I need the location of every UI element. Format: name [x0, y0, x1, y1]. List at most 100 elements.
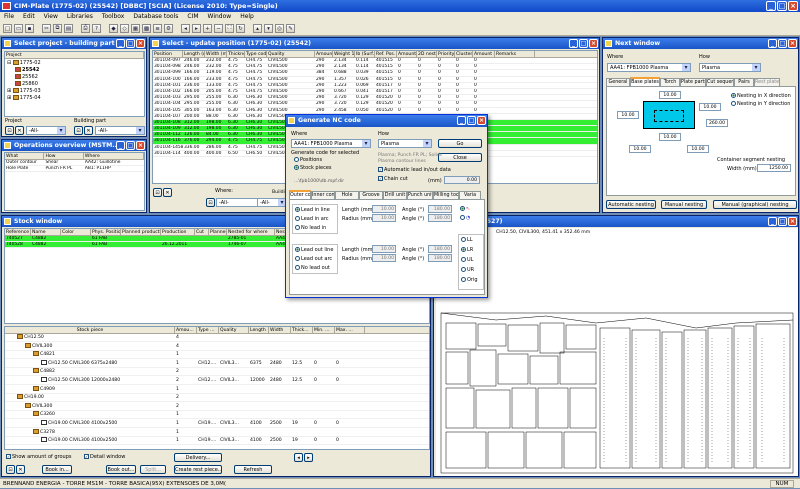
position-select-button[interactable]: ⊡: [153, 188, 162, 197]
radius-out-input[interactable]: 10.00: [372, 254, 396, 262]
dialog-close-button[interactable]: Close: [438, 153, 482, 162]
building-select-button[interactable]: ⊡: [74, 126, 83, 135]
nesting-canvas[interactable]: CH12.50, CIVIL300, 451.41 x 352.46 mm: [436, 228, 798, 476]
col-header[interactable]: Amount in: [473, 51, 495, 57]
project-icon[interactable]: ◆: [109, 24, 118, 33]
width-input[interactable]: 1250.00: [757, 164, 791, 172]
col-header[interactable]: Ib (Surf.): [355, 51, 375, 57]
tool-c-icon[interactable]: ◎: [275, 24, 284, 33]
col-header[interactable]: Max. ...: [335, 327, 365, 333]
lead-preview-radio[interactable]: ↖: [460, 206, 470, 212]
col-header[interactable]: Cut: [195, 229, 209, 235]
print-icon[interactable]: ⎙: [81, 24, 90, 33]
project-dropdown[interactable]: -All-: [26, 126, 66, 135]
menu-help[interactable]: Help: [240, 12, 254, 22]
paste-icon[interactable]: ▤: [64, 24, 73, 33]
next-min-button[interactable]: _: [768, 39, 777, 48]
tree-row[interactable]: CH12.50 4: [5, 334, 429, 342]
arrow-left-icon[interactable]: ◂: [181, 24, 190, 33]
tree-node-project[interactable]: ⊞ 1775-03: [7, 88, 41, 95]
next-how-dropdown[interactable]: Plasma: [699, 63, 761, 72]
tree-node-building[interactable]: 25860: [15, 81, 38, 88]
tree-row[interactable]: CH19.00 2: [5, 394, 429, 403]
col-header[interactable]: Quality: [267, 51, 315, 57]
tree-row[interactable]: C4882 2: [5, 368, 429, 377]
automatic-nesting-button[interactable]: Automatic nesting: [606, 200, 656, 209]
angle-out-input-2[interactable]: 180.00: [428, 254, 452, 262]
operations-icon[interactable]: ⚙: [164, 24, 173, 33]
col-header[interactable]: Position: [153, 51, 183, 57]
create-rest-piece-button[interactable]: Create rest piece...: [174, 465, 222, 474]
no-lead-in-radio[interactable]: No lead in: [295, 225, 326, 231]
col-header[interactable]: Type ...: [197, 327, 219, 333]
next-max-button[interactable]: □: [778, 39, 787, 48]
dialog-how-dropdown[interactable]: Plasma: [378, 139, 432, 148]
dialog-min-button[interactable]: _: [457, 116, 466, 125]
zoom-out-icon[interactable]: −: [214, 24, 223, 33]
corner-ur-radio[interactable]: UR: [461, 267, 474, 273]
stock-select-button[interactable]: ⊡: [6, 465, 15, 474]
menu-edit[interactable]: Edit: [23, 12, 35, 22]
col-header[interactable]: Nested for where: [227, 229, 275, 235]
project-filter-button[interactable]: ✕: [15, 126, 24, 135]
refresh-button[interactable]: Refresh: [234, 465, 272, 474]
col-what[interactable]: What: [5, 153, 45, 159]
menu-cim[interactable]: CIM: [187, 12, 198, 22]
table-row[interactable]: Hole Plate Punch FR PL AB1: P11HP: [5, 166, 144, 173]
project-max-button[interactable]: □: [126, 39, 135, 48]
operations-min-button[interactable]: _: [116, 141, 125, 150]
col-header[interactable]: Width: [269, 327, 291, 333]
manual-nesting-button[interactable]: Manual nesting: [661, 200, 707, 209]
menu-file[interactable]: File: [4, 12, 14, 22]
nesting-y-radio[interactable]: Nesting in Y direction: [731, 101, 790, 107]
piece-min-button[interactable]: _: [768, 217, 777, 226]
col-header[interactable]: Amou...: [175, 327, 197, 333]
piece-max-button[interactable]: □: [778, 217, 787, 226]
col-header[interactable]: Amount ST: [397, 51, 417, 57]
tree-row[interactable]: C4909 1: [5, 385, 429, 394]
tab-punch-unit[interactable]: Punch unit: [407, 191, 433, 199]
tool-d-icon[interactable]: ✎: [286, 24, 295, 33]
col-header[interactable]: Thick...: [291, 327, 313, 333]
project-min-button[interactable]: _: [116, 39, 125, 48]
tab-milling-tool[interactable]: Milling too: [433, 191, 459, 199]
go-button[interactable]: Go: [438, 139, 482, 148]
arrow-right-icon[interactable]: ▸: [192, 24, 201, 33]
tab-general[interactable]: General: [606, 78, 630, 86]
project-select-button[interactable]: ⊡: [5, 126, 14, 135]
angle-out-input-1[interactable]: 180.00: [428, 245, 452, 253]
corner-orig-radio[interactable]: Orig: [461, 277, 478, 283]
tree-row[interactable]: C4821 1: [5, 351, 429, 360]
delivery-button[interactable]: Delivery...: [174, 453, 222, 462]
detail-window-checkbox[interactable]: ✓ Detail window: [84, 454, 125, 460]
show-groups-checkbox[interactable]: ✓ Show amount of groups: [6, 454, 72, 460]
col-header[interactable]: Length (mm): [183, 51, 205, 57]
building-p-dropdown[interactable]: -All-: [257, 198, 287, 207]
tab-outer-contour[interactable]: Outer cont: [289, 190, 311, 199]
length-out-input[interactable]: 10.00: [372, 245, 396, 253]
save-icon[interactable]: ▪: [25, 24, 34, 33]
fit-icon[interactable]: ⛶: [225, 24, 234, 33]
tab-cut-sequence[interactable]: Cut sequence: [706, 78, 734, 86]
col-header[interactable]: Type code: [245, 51, 267, 57]
tree-row[interactable]: CH19.00 CIVIL300 4100x2500 1 CH19.... CIVIL…: [5, 437, 429, 446]
tree-row[interactable]: CIVIL300 4: [5, 342, 429, 351]
col-header[interactable]: 2D nest step: [417, 51, 437, 57]
operations-close-button[interactable]: ×: [136, 141, 145, 150]
cut-icon[interactable]: ✂: [42, 24, 51, 33]
col-header[interactable]: Production: [161, 229, 195, 235]
radius-in-input[interactable]: 10.00: [372, 214, 396, 222]
new-icon[interactable]: □: [3, 24, 12, 33]
copy-icon[interactable]: ⧉: [53, 24, 62, 33]
close-button[interactable]: ×: [788, 1, 798, 11]
split-button[interactable]: Split...: [140, 465, 166, 474]
auto-lead-checkbox[interactable]: ✓ Automatic lead in/out data: [378, 167, 451, 173]
tree-row[interactable]: CH12.50 CIVIL300 12000x2480 2 CH12.... CIVI…: [5, 377, 429, 385]
col-where[interactable]: Where: [84, 153, 144, 159]
dim-bottom-left-input[interactable]: 10.00: [629, 145, 651, 153]
col-header[interactable]: Thickness (mm): [227, 51, 245, 57]
col-how[interactable]: How: [44, 153, 84, 159]
lead-preview-radio[interactable]: ◔: [460, 215, 470, 221]
menu-view[interactable]: View: [44, 12, 58, 22]
distance-input[interactable]: 0.00: [444, 176, 480, 184]
